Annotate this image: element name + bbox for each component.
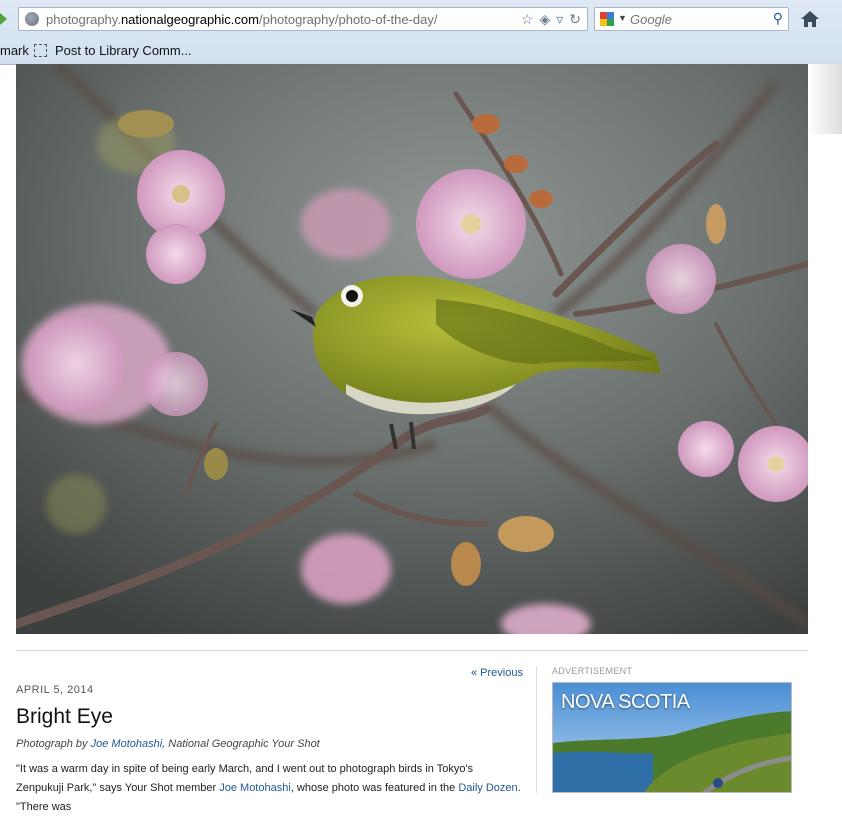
- photo-credit: Photograph by Joe Motohashi, National Ge…: [16, 738, 320, 750]
- article-body: "It was a warm day in spite of being ear…: [16, 763, 521, 813]
- column-divider: [536, 667, 537, 793]
- dropdown-icon[interactable]: ▿: [556, 11, 563, 28]
- reload-icon[interactable]: ↻: [569, 11, 581, 28]
- bookmarks-bar: mark Post to Library Comm...: [0, 40, 842, 62]
- bookmark-icon: [34, 44, 47, 57]
- search-input[interactable]: Google: [630, 12, 672, 27]
- article-date: APRIL 5, 2014: [16, 684, 94, 696]
- author-link[interactable]: Joe Motohashi: [219, 782, 291, 794]
- search-engine-dropdown-icon[interactable]: ▼: [618, 13, 627, 23]
- browser-toolbar: photography.nationalgeographic.com/photo…: [0, 0, 842, 65]
- previous-link[interactable]: « Previous: [471, 667, 523, 679]
- globe-icon: [25, 12, 39, 26]
- bookmark-item[interactable]: mark: [0, 43, 29, 58]
- article-title: Bright Eye: [16, 705, 113, 728]
- photo-of-the-day-image: [16, 64, 808, 634]
- daily-dozen-link[interactable]: Daily Dozen: [458, 782, 517, 794]
- divider: [16, 650, 808, 651]
- google-icon[interactable]: [600, 12, 614, 26]
- home-icon[interactable]: [800, 9, 820, 29]
- scrollbar-area: [808, 64, 842, 134]
- nova-scotia-ad[interactable]: NOVA SCOTIA: [552, 682, 792, 793]
- search-bar[interactable]: ▼ Google ⚲: [594, 7, 789, 31]
- search-icon[interactable]: ⚲: [773, 10, 783, 27]
- back-arrow-icon[interactable]: [0, 13, 7, 25]
- star-icon[interactable]: ☆: [521, 11, 534, 28]
- bookmark-item-post-to-library[interactable]: Post to Library Comm...: [34, 43, 192, 58]
- address-bar[interactable]: photography.nationalgeographic.com/photo…: [18, 7, 588, 31]
- ad-brand: NOVA SCOTIA: [561, 691, 690, 713]
- advertisement-label: ADVERTISEMENT: [552, 666, 633, 676]
- bookmark-label: Post to Library Comm...: [55, 43, 192, 58]
- pocket-icon[interactable]: ◈: [539, 11, 550, 28]
- photographer-link[interactable]: Joe Motohashi: [91, 738, 163, 750]
- url-text[interactable]: photography.nationalgeographic.com/photo…: [46, 12, 438, 27]
